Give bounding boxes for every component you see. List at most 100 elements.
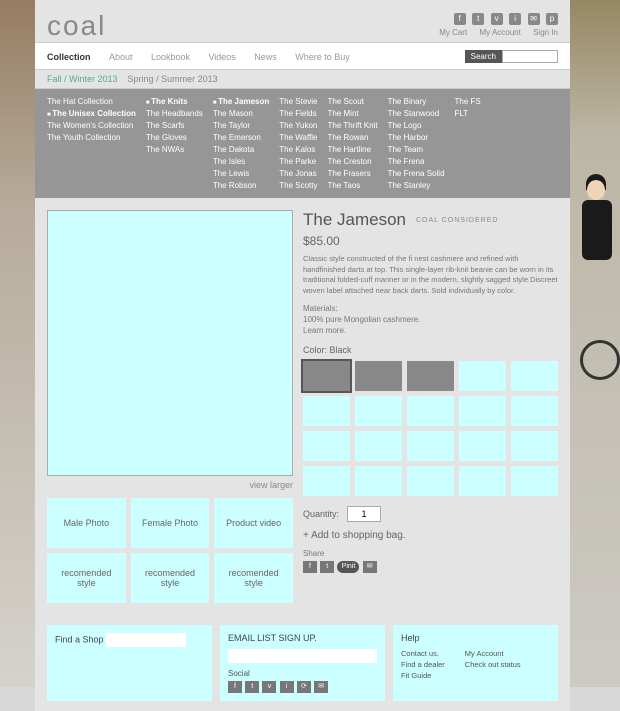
- mega-item[interactable]: The Creston: [328, 157, 378, 166]
- add-to-cart-button[interactable]: + Add to shopping bag.: [303, 530, 558, 541]
- signin-link[interactable]: Sign In: [533, 28, 558, 37]
- account-link[interactable]: My Account: [465, 649, 521, 658]
- mega-item[interactable]: The Lewis: [213, 169, 269, 178]
- mega-item[interactable]: The Logo: [388, 121, 445, 130]
- mega-item[interactable]: The Hat Collection: [47, 97, 136, 106]
- color-swatch[interactable]: [511, 431, 558, 461]
- search-input[interactable]: [502, 50, 558, 63]
- mega-item[interactable]: The Yukon: [279, 121, 317, 130]
- foot-vimeo-icon[interactable]: v: [262, 681, 276, 693]
- color-swatch[interactable]: [511, 466, 558, 496]
- mega-item[interactable]: The Mason: [213, 109, 269, 118]
- mega-item[interactable]: The Taos: [328, 181, 378, 190]
- color-swatch[interactable]: [407, 431, 454, 461]
- mega-item[interactable]: The Isles: [213, 157, 269, 166]
- mega-item[interactable]: The Waffle: [279, 133, 317, 142]
- contact-link[interactable]: Contact us.: [401, 649, 445, 658]
- thumb-female[interactable]: Female Photo: [131, 498, 210, 548]
- nav-videos[interactable]: Videos: [208, 52, 235, 62]
- mega-item[interactable]: The Robson: [213, 181, 269, 190]
- color-swatch[interactable]: [355, 361, 402, 391]
- mega-item[interactable]: The Jameson: [213, 97, 269, 106]
- color-swatch[interactable]: [355, 431, 402, 461]
- foot-instagram-icon[interactable]: i: [280, 681, 294, 693]
- email-input[interactable]: [228, 649, 377, 663]
- mega-item[interactable]: The Frena Solid: [388, 169, 445, 178]
- nav-news[interactable]: News: [254, 52, 277, 62]
- mega-item[interactable]: The Scotty: [279, 181, 317, 190]
- color-swatch[interactable]: [511, 396, 558, 426]
- mega-item[interactable]: The Stanwood: [388, 109, 445, 118]
- instagram-icon[interactable]: i: [509, 13, 521, 25]
- color-swatch[interactable]: [407, 361, 454, 391]
- status-link[interactable]: Check out status: [465, 660, 521, 669]
- mega-item[interactable]: The FS: [455, 97, 481, 106]
- share-pinterest-icon[interactable]: Pinit: [337, 561, 359, 573]
- nav-where[interactable]: Where to Buy: [295, 52, 350, 62]
- color-swatch[interactable]: [459, 396, 506, 426]
- color-swatch[interactable]: [407, 396, 454, 426]
- mega-item[interactable]: The Thrift Knit: [328, 121, 378, 130]
- vimeo-icon[interactable]: v: [491, 13, 503, 25]
- color-swatch[interactable]: [303, 361, 350, 391]
- mega-item[interactable]: The Unisex Collection: [47, 109, 136, 118]
- color-swatch[interactable]: [303, 396, 350, 426]
- season-current[interactable]: Fall / Winter 2013: [47, 74, 118, 84]
- my-cart-link[interactable]: My Cart: [439, 28, 467, 37]
- nav-about[interactable]: About: [109, 52, 133, 62]
- color-swatch[interactable]: [407, 466, 454, 496]
- share-facebook-icon[interactable]: f: [303, 561, 317, 573]
- facebook-icon[interactable]: f: [454, 13, 466, 25]
- mega-item[interactable]: The Harbor: [388, 133, 445, 142]
- mega-item[interactable]: The Hartline: [328, 145, 378, 154]
- foot-mail-icon[interactable]: ✉: [314, 681, 328, 693]
- color-swatch[interactable]: [303, 466, 350, 496]
- mega-item[interactable]: The Kalos: [279, 145, 317, 154]
- mail-icon[interactable]: ✉: [528, 13, 540, 25]
- color-swatch[interactable]: [459, 431, 506, 461]
- color-swatch[interactable]: [459, 361, 506, 391]
- mega-item[interactable]: The Stevie: [279, 97, 317, 106]
- share-twitter-icon[interactable]: t: [320, 561, 334, 573]
- color-swatch[interactable]: [459, 466, 506, 496]
- mega-item[interactable]: The Scout: [328, 97, 378, 106]
- season-next[interactable]: Spring / Summer 2013: [128, 74, 218, 84]
- mega-item[interactable]: The Stanley: [388, 181, 445, 190]
- learn-more-link[interactable]: Learn more.: [303, 326, 558, 335]
- mega-item[interactable]: The Fields: [279, 109, 317, 118]
- pinterest-icon[interactable]: p: [546, 13, 558, 25]
- thumb-rec-1[interactable]: recomended style: [47, 553, 126, 603]
- color-swatch[interactable]: [355, 466, 402, 496]
- mega-item[interactable]: The Team: [388, 145, 445, 154]
- mega-item[interactable]: The Mint: [328, 109, 378, 118]
- foot-facebook-icon[interactable]: f: [228, 681, 242, 693]
- mega-item[interactable]: The Emerson: [213, 133, 269, 142]
- mega-item[interactable]: The Parke: [279, 157, 317, 166]
- mega-item[interactable]: The Knits: [146, 97, 203, 106]
- mega-item[interactable]: The Frasers: [328, 169, 378, 178]
- nav-lookbook[interactable]: Lookbook: [151, 52, 190, 62]
- foot-rss-icon[interactable]: ⟳: [297, 681, 311, 693]
- fit-link[interactable]: Fit Guide: [401, 671, 445, 680]
- mega-item[interactable]: FLT: [455, 109, 481, 118]
- nav-collection[interactable]: Collection: [47, 52, 91, 62]
- color-swatch[interactable]: [511, 361, 558, 391]
- mega-item[interactable]: The Taylor: [213, 121, 269, 130]
- mega-item[interactable]: The Jonas: [279, 169, 317, 178]
- quantity-input[interactable]: [347, 506, 381, 522]
- findshop-input[interactable]: [106, 633, 186, 647]
- thumb-video[interactable]: Product video: [214, 498, 293, 548]
- mega-item[interactable]: The Headbands: [146, 109, 203, 118]
- color-swatch[interactable]: [355, 396, 402, 426]
- mega-item[interactable]: The Women's Collection: [47, 121, 136, 130]
- mega-item[interactable]: The Youth Collection: [47, 133, 136, 142]
- thumb-male[interactable]: Male Photo: [47, 498, 126, 548]
- mega-item[interactable]: The Frena: [388, 157, 445, 166]
- mega-item[interactable]: The Gloves: [146, 133, 203, 142]
- dealer-link[interactable]: Find a dealer: [401, 660, 445, 669]
- thumb-rec-3[interactable]: recomended style: [214, 553, 293, 603]
- view-larger-link[interactable]: view larger: [47, 476, 293, 494]
- mega-item[interactable]: The Dakota: [213, 145, 269, 154]
- mega-item[interactable]: The NWAs: [146, 145, 203, 154]
- thumb-rec-2[interactable]: recomended style: [131, 553, 210, 603]
